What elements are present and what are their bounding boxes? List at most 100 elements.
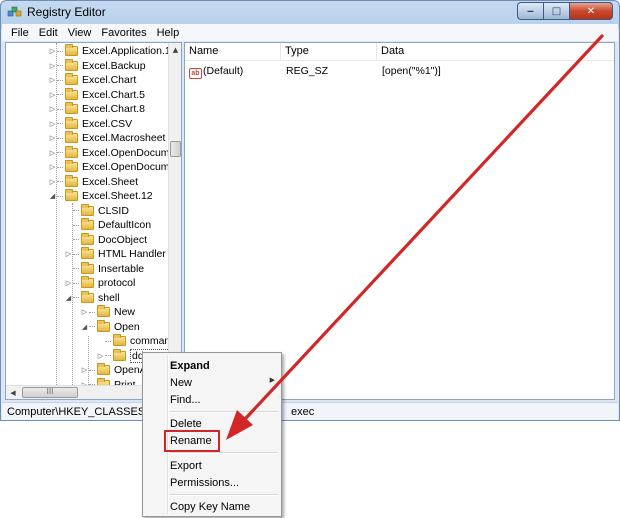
menu-item-expand[interactable]: Expand (170, 359, 210, 373)
tree-connector (57, 152, 63, 154)
tree-vertical-scrollbar[interactable]: ▲ (168, 43, 181, 385)
menu-help[interactable]: Help (152, 27, 185, 39)
tree-item[interactable]: ◢ Excel.Sheet.12 (48, 189, 153, 204)
values-pane[interactable]: Name Type Data ab (Default) REG_SZ [open(… (184, 42, 615, 400)
folder-icon (81, 261, 94, 274)
menu-item-new[interactable]: New (170, 376, 192, 390)
tree-item[interactable]: DocObject (64, 232, 147, 248)
tree-item-label: New (114, 306, 136, 319)
tree-item[interactable]: ▷ Excel.Chart.8 (48, 102, 145, 117)
tree-item[interactable]: DefaultIcon (64, 218, 151, 233)
tree-item-label: protocol (98, 277, 136, 290)
menu-edit[interactable]: Edit (34, 27, 63, 39)
folder-icon (65, 102, 78, 115)
tree-connector (57, 94, 63, 96)
tree-item-label: Excel.Chart.8 (82, 103, 146, 116)
tree-item[interactable]: ▷ Excel.Macrosheet (48, 131, 165, 146)
tree-item[interactable]: ▷ Excel.Sheet (48, 174, 139, 190)
scroll-left-icon[interactable]: ◀ (6, 386, 20, 399)
tree-item[interactable]: ▷ Excel.OpenDocument (48, 160, 182, 175)
tree-item[interactable]: CLSID (64, 203, 129, 219)
registry-editor-app-icon (7, 6, 22, 17)
folder-icon (97, 319, 110, 332)
status-bar: Computer\HKEY_CLASSES_ROO exec (2, 402, 618, 420)
folder-icon (81, 203, 94, 216)
tree-connector (105, 355, 111, 357)
tree-item-label: Excel.Chart.5 (82, 88, 146, 101)
menu-item-find[interactable]: Find... (170, 393, 201, 407)
folder-icon (81, 247, 94, 260)
tree-item[interactable]: ◢ Open (80, 319, 140, 335)
close-button[interactable]: ✕ (569, 2, 613, 20)
folder-icon (81, 290, 94, 303)
tree-item-label: Excel.Chart (82, 74, 137, 87)
folder-icon (65, 131, 78, 144)
rename-highlight-box (164, 430, 220, 452)
tree-item-label: CLSID (98, 204, 129, 217)
expand-arrow-icon[interactable]: ▷ (96, 352, 105, 360)
registry-tree-pane[interactable]: ▷ Excel.Application.12 ▷ Excel.Backup ▷ Excel… (5, 42, 182, 400)
tree-connector (57, 123, 63, 125)
folder-icon (65, 174, 78, 187)
tree-connector (73, 210, 79, 212)
tree-item[interactable]: ▷ Excel.Application.12 (48, 44, 177, 59)
folder-icon (97, 363, 110, 376)
tree-item[interactable]: ▷ Excel.Chart.5 (48, 87, 146, 103)
tree-item[interactable]: ▷ Excel.CSV (48, 116, 133, 132)
tree-item[interactable]: command (96, 334, 176, 349)
collapse-arrow-icon[interactable]: ◢ (80, 323, 89, 331)
window-title: Registry Editor (27, 5, 106, 19)
string-value-icon: ab (189, 68, 202, 79)
close-icon: ✕ (586, 5, 596, 17)
tree-item-label: Excel.Backup (82, 59, 146, 72)
column-header-data[interactable]: Data (377, 43, 614, 60)
value-data: [open("%1")] (382, 65, 441, 77)
tree-item[interactable]: ▷ protocol (64, 276, 135, 291)
status-path-end: exec (291, 406, 315, 418)
folder-icon (65, 87, 78, 100)
menu-item-delete[interactable]: Delete (170, 417, 202, 431)
tree-connector (89, 326, 95, 328)
value-name: (Default) (203, 65, 244, 77)
vertical-scroll-thumb[interactable] (170, 141, 181, 157)
maximize-button[interactable]: □ (543, 2, 569, 20)
tree-item-label: Excel.CSV (82, 117, 133, 130)
registry-editor-window: Registry Editor ‒ □ ✕ File Edit View Fav… (0, 0, 620, 421)
menu-favorites[interactable]: Favorites (96, 27, 151, 39)
menu-file[interactable]: File (6, 27, 34, 39)
tree-item-label: Excel.Sheet (82, 175, 139, 188)
tree-item[interactable]: ▷ New (80, 305, 135, 320)
value-row-name[interactable]: ab (Default) (189, 64, 243, 79)
tree-item-label: Excel.OpenDocument (82, 161, 182, 174)
value-type: REG_SZ (286, 65, 329, 77)
tree-item[interactable]: Insertable (64, 261, 145, 277)
folder-icon (81, 232, 94, 245)
folder-icon (65, 145, 78, 158)
scroll-up-icon[interactable]: ▲ (169, 43, 181, 57)
submenu-arrow-icon: ▶ (269, 376, 275, 384)
tree-connector (57, 50, 63, 52)
column-header-name[interactable]: Name (185, 43, 281, 60)
menu-view[interactable]: View (63, 27, 97, 39)
horizontal-scroll-thumb[interactable]: III (22, 387, 78, 398)
folder-icon (65, 189, 78, 202)
tree-connector (89, 369, 95, 371)
expand-arrow-icon[interactable]: ▷ (80, 308, 89, 316)
tree-item[interactable]: ▷ Excel.Backup (48, 58, 146, 74)
tree-connector (57, 195, 63, 197)
tree-item-label: Excel.Application.12 (82, 45, 177, 58)
tree-guide-line (56, 43, 57, 395)
tree-connector (73, 253, 79, 255)
minimize-button[interactable]: ‒ (517, 2, 543, 20)
menu-item-permissions[interactable]: Permissions... (170, 476, 239, 490)
menu-item-export[interactable]: Export (170, 459, 202, 473)
tree-item[interactable]: ▷ Excel.OpenDocument (48, 145, 181, 161)
tree-item[interactable]: ▷ HTML Handler (64, 247, 166, 262)
tree-item-label: DefaultIcon (98, 219, 152, 232)
column-header-type[interactable]: Type (281, 43, 377, 60)
menu-item-copy-key-name[interactable]: Copy Key Name (170, 500, 250, 514)
title-bar[interactable]: Registry Editor ‒ □ ✕ (1, 1, 619, 23)
tree-item[interactable]: ▷ Excel.Chart (48, 73, 136, 88)
tree-connector (57, 181, 63, 183)
tree-item-label: Insertable (98, 262, 145, 275)
